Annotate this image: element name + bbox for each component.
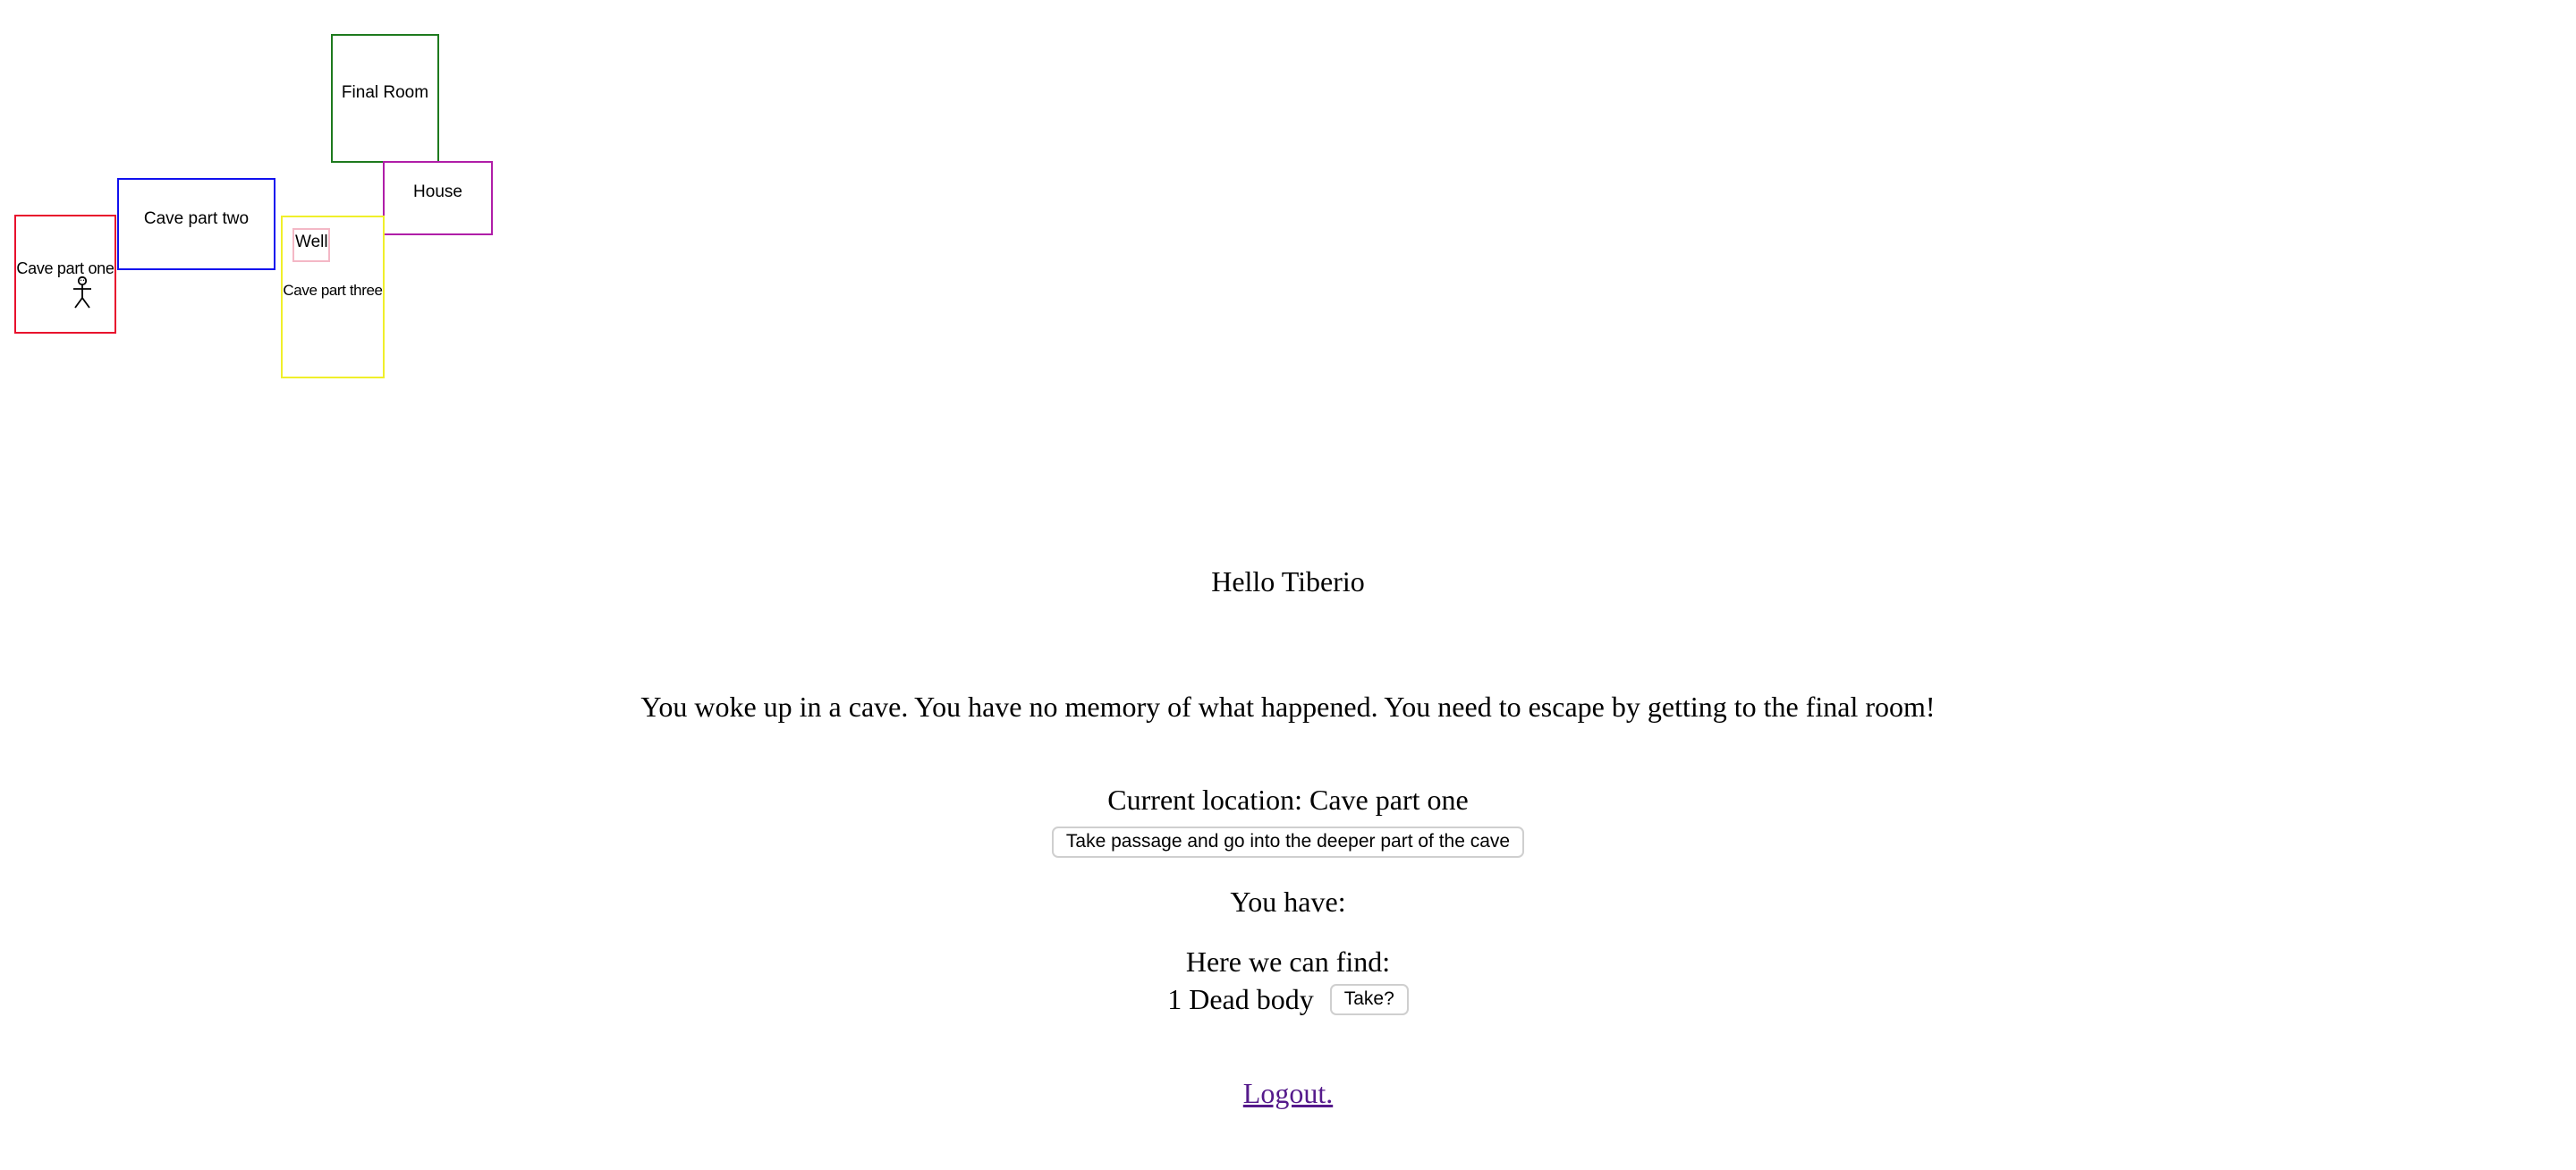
logout-link[interactable]: Logout. — [1243, 1077, 1333, 1109]
room-cave-part-two-label: Cave part two — [143, 209, 250, 228]
take-item-button[interactable]: Take? — [1329, 984, 1409, 1016]
game-page: Final Room Cave part two House Cave part… — [0, 0, 2576, 1170]
here-label: Here we can find: — [1185, 945, 1391, 978]
room-well: Well — [292, 228, 330, 262]
item-text: 1 Dead body — [1167, 983, 1314, 1016]
room-house-label: House — [413, 182, 462, 201]
items-list: 1 Dead body Take? — [0, 980, 2576, 1016]
map: Final Room Cave part two House Cave part… — [0, 0, 537, 394]
logout-wrap: Logout. — [0, 1077, 2576, 1110]
room-cave-part-two: Cave part two — [117, 178, 275, 270]
room-final-room-label: Final Room — [341, 83, 429, 102]
list-item: 1 Dead body Take? — [0, 980, 2576, 1016]
intro-text: You woke up in a cave. You have no memor… — [640, 691, 1936, 723]
room-house: House — [383, 161, 493, 235]
room-well-label: Well — [295, 233, 328, 251]
room-cave-part-one-label: Cave part one — [16, 259, 114, 277]
current-location: Current location: Cave part one — [1107, 784, 1469, 816]
take-passage-button[interactable]: Take passage and go into the deeper part… — [1051, 827, 1525, 859]
room-final-room: Final Room — [331, 34, 439, 163]
stick-figure-icon — [73, 276, 91, 309]
greeting-text: Hello Tiberio — [1211, 565, 1365, 598]
inventory-label: You have: — [1230, 886, 1346, 918]
room-cave-part-three-label: Cave part three — [283, 282, 383, 299]
actions: Take passage and go into the deeper part… — [0, 823, 2576, 859]
room-cave-part-one: Cave part one — [14, 215, 116, 334]
